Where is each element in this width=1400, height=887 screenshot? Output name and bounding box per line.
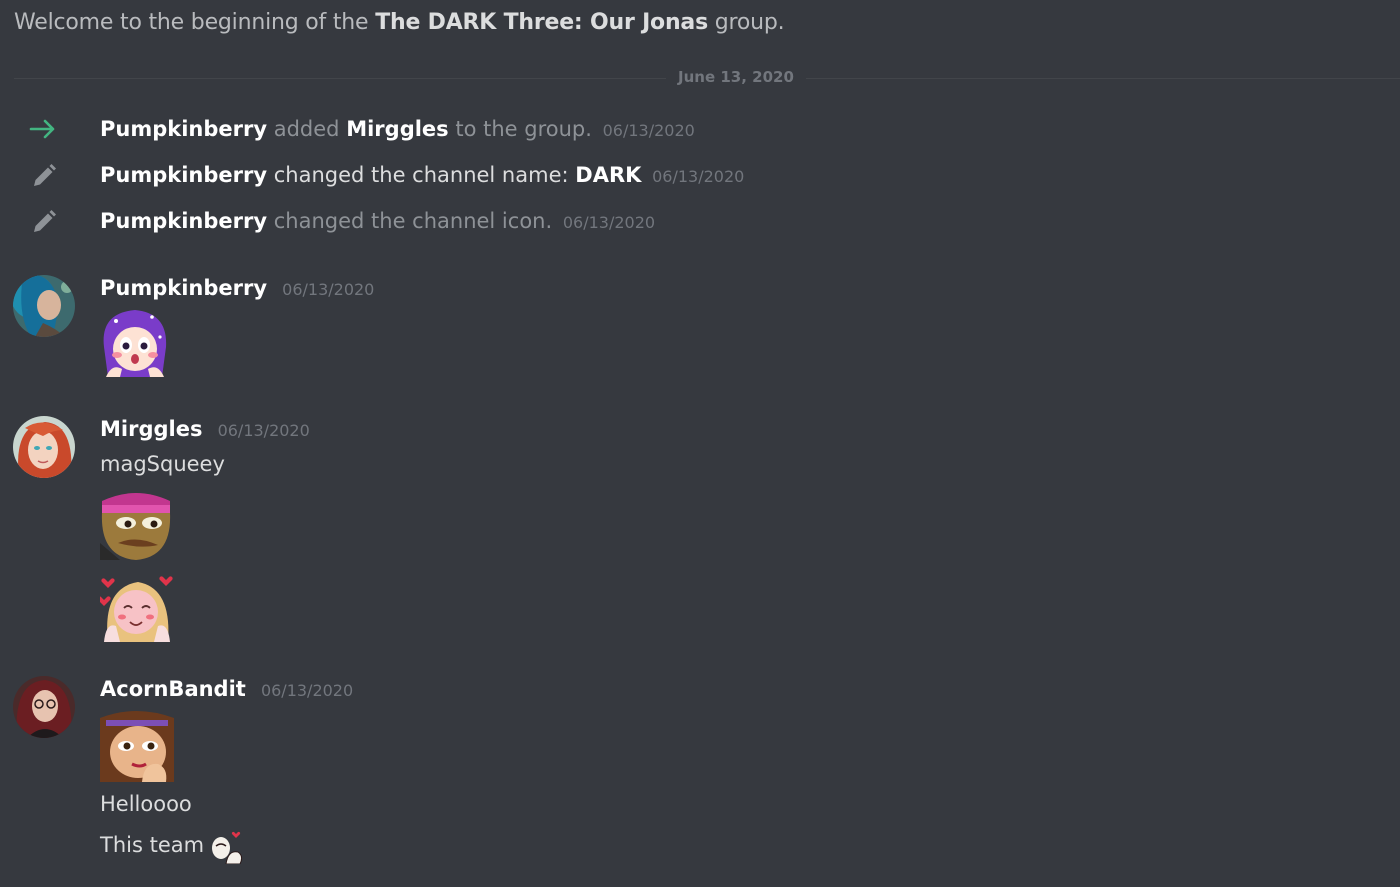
- frog-beanie-emote[interactable]: [100, 487, 172, 560]
- message-username[interactable]: Mirggles: [100, 417, 202, 441]
- system-message-member-added: Pumpkinberry added Mirggles to the group…: [0, 114, 1000, 144]
- message-text: This team: [100, 833, 205, 857]
- arrow-right-icon: [29, 119, 55, 139]
- system-message-text: Pumpkinberry changed the channel name: D…: [100, 160, 744, 192]
- pencil-icon: [34, 164, 56, 186]
- brown-hair-gasp-emote[interactable]: [100, 708, 174, 782]
- message-timestamp[interactable]: 06/13/2020: [603, 121, 695, 140]
- message-timestamp[interactable]: 06/13/2020: [563, 213, 655, 232]
- message-timestamp[interactable]: 06/13/2020: [652, 167, 744, 186]
- message-text: magSqueey: [100, 452, 225, 476]
- avatar[interactable]: [13, 275, 75, 337]
- action-text: added: [273, 117, 340, 141]
- avatar[interactable]: [13, 676, 75, 738]
- target-username[interactable]: Mirggles: [346, 117, 448, 141]
- action-text: changed the channel name:: [273, 163, 569, 187]
- message-timestamp[interactable]: 06/13/2020: [261, 681, 353, 700]
- date-divider-label: June 13, 2020: [666, 68, 806, 86]
- channel-name: DARK: [575, 163, 642, 187]
- action-text: changed the channel icon.: [273, 209, 553, 233]
- system-message-channel-name: Pumpkinberry changed the channel name: D…: [0, 160, 1000, 190]
- blonde-blush-hearts-emote[interactable]: [100, 570, 174, 642]
- purple-hair-blush-emote[interactable]: [100, 307, 170, 377]
- message-timestamp[interactable]: 06/13/2020: [218, 421, 310, 440]
- welcome-prefix: Welcome to the beginning of the: [14, 10, 369, 35]
- chat-window: Welcome to the beginning of the The DARK…: [0, 0, 1400, 887]
- message-username[interactable]: AcornBandit: [100, 677, 246, 701]
- system-message-channel-icon: Pumpkinberry changed the channel icon. 0…: [0, 206, 1000, 236]
- message-timestamp[interactable]: 06/13/2020: [282, 280, 374, 299]
- actor-username[interactable]: Pumpkinberry: [100, 163, 267, 187]
- group-welcome-message: Welcome to the beginning of the The DARK…: [14, 10, 785, 35]
- heart-hands-emote[interactable]: [208, 828, 245, 864]
- actor-username[interactable]: Pumpkinberry: [100, 117, 267, 141]
- action-rest-text: to the group.: [455, 117, 592, 141]
- group-name: The DARK Three: Our Jonas: [375, 10, 708, 35]
- message-header: Pumpkinberry 06/13/2020: [100, 276, 374, 300]
- actor-username[interactable]: Pumpkinberry: [100, 209, 267, 233]
- message-header: AcornBandit 06/13/2020: [100, 677, 353, 701]
- pencil-icon: [34, 210, 56, 232]
- message-username[interactable]: Pumpkinberry: [100, 276, 267, 300]
- message-text-with-emote: This team: [100, 828, 245, 864]
- welcome-suffix: group.: [714, 10, 785, 35]
- system-message-text: Pumpkinberry added Mirggles to the group…: [100, 114, 695, 146]
- avatar[interactable]: [13, 416, 75, 478]
- message-header: Mirggles 06/13/2020: [100, 417, 310, 441]
- system-message-text: Pumpkinberry changed the channel icon. 0…: [100, 206, 655, 238]
- message-text: Helloooo: [100, 792, 192, 816]
